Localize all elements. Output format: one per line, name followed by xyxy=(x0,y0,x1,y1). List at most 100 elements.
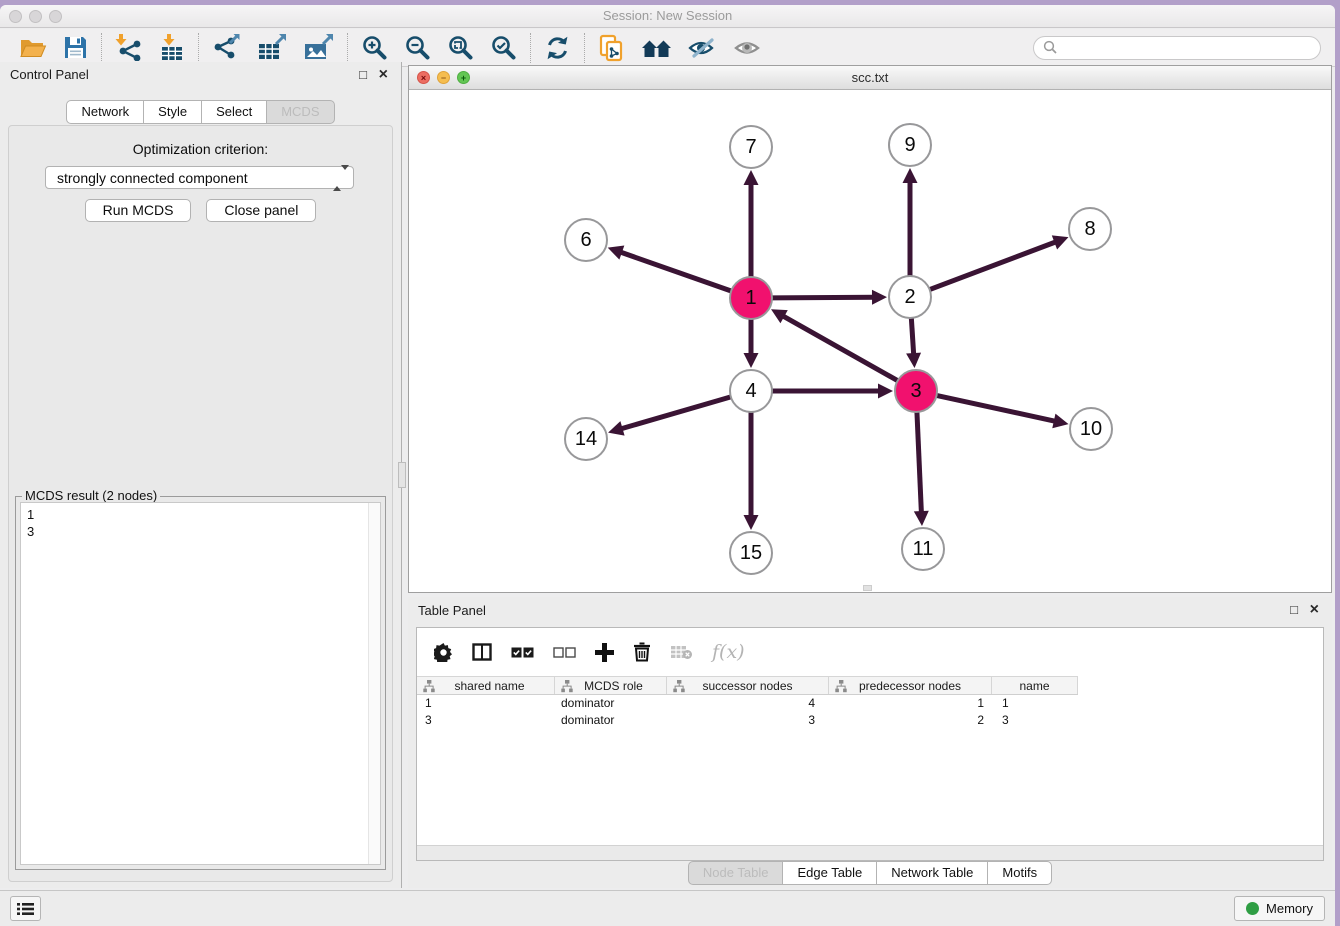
column-header-successor-nodes[interactable]: successor nodes xyxy=(667,677,829,694)
import-table-icon[interactable] xyxy=(159,34,185,61)
table-settings-icon[interactable] xyxy=(434,643,453,662)
apply-layout-icon[interactable] xyxy=(544,35,571,61)
cell-mcds-role[interactable]: dominator xyxy=(555,695,667,712)
network-maximize-button[interactable]: + xyxy=(457,71,470,84)
float-panel-icon[interactable]: □ xyxy=(359,62,367,88)
memory-label: Memory xyxy=(1266,901,1313,916)
open-session-icon[interactable] xyxy=(19,35,47,60)
new-network-from-selection-icon[interactable] xyxy=(598,34,625,62)
criterion-value: strongly connected component xyxy=(57,170,248,186)
tab-select[interactable]: Select xyxy=(201,100,267,124)
graph-node-4[interactable]: 4 xyxy=(729,369,773,413)
graph-node-2[interactable]: 2 xyxy=(888,275,932,319)
tab-mcds[interactable]: MCDS xyxy=(266,100,334,124)
graph-node-6[interactable]: 6 xyxy=(564,218,608,262)
cell-name[interactable]: 3 xyxy=(992,712,1078,729)
control-panel: Control Panel □ × Network Style Select M… xyxy=(0,62,402,888)
tab-node-table[interactable]: Node Table xyxy=(688,861,784,885)
first-neighbors-icon[interactable] xyxy=(641,36,672,60)
graph-node-14[interactable]: 14 xyxy=(564,417,608,461)
close-panel-icon[interactable]: × xyxy=(379,62,388,88)
hide-selected-icon[interactable] xyxy=(688,36,717,60)
cell-shared-name[interactable]: 3 xyxy=(417,712,555,729)
column-header-mcds-role[interactable]: MCDS role xyxy=(555,677,667,694)
cell-shared-name[interactable]: 1 xyxy=(417,695,555,712)
graph-node-1[interactable]: 1 xyxy=(729,276,773,320)
search-input[interactable] xyxy=(1063,38,1320,58)
network-view-window: × − + scc.txt 7 9 6 8 1 2 4 3 14 10 15 11 xyxy=(408,65,1332,593)
tab-motifs[interactable]: Motifs xyxy=(987,861,1052,885)
function-builder-icon[interactable]: f(x) xyxy=(712,641,745,663)
show-all-icon[interactable] xyxy=(733,36,762,60)
tab-edge-table[interactable]: Edge Table xyxy=(782,861,877,885)
export-table-icon[interactable] xyxy=(257,34,287,61)
list-icon xyxy=(17,902,34,916)
panel-divider-grip[interactable] xyxy=(398,462,406,488)
tab-network-table[interactable]: Network Table xyxy=(876,861,988,885)
mcds-panel: Optimization criterion: strongly connect… xyxy=(8,125,393,882)
app-window: Session: New Session xyxy=(0,5,1335,926)
table-tabs: Node Table Edge Table Network Table Moti… xyxy=(408,861,1332,885)
delete-table-icon[interactable] xyxy=(670,644,693,660)
column-header-name[interactable]: name xyxy=(992,677,1078,694)
mcds-result-textarea[interactable]: 1 3 xyxy=(20,502,381,865)
export-image-icon[interactable] xyxy=(303,34,334,61)
node-table-body: f(x) shared name MCDS role successor nod… xyxy=(416,627,1324,861)
table-row[interactable]: 3 dominator 3 2 3 xyxy=(417,712,1323,729)
main-titlebar: Session: New Session xyxy=(0,5,1335,28)
column-header-predecessor-nodes[interactable]: predecessor nodes xyxy=(829,677,992,694)
add-icon[interactable] xyxy=(595,643,614,662)
tab-style[interactable]: Style xyxy=(143,100,202,124)
graph-node-3[interactable]: 3 xyxy=(894,369,938,413)
graph-node-7[interactable]: 7 xyxy=(729,125,773,169)
cell-predecessor-nodes[interactable]: 2 xyxy=(829,712,992,729)
toggle-column-panel-icon[interactable] xyxy=(472,643,492,661)
close-table-panel-icon[interactable]: × xyxy=(1310,597,1319,623)
run-mcds-button[interactable]: Run MCDS xyxy=(85,199,192,222)
table-horizontal-scrollbar[interactable] xyxy=(417,845,1323,860)
zoom-out-icon[interactable] xyxy=(404,34,431,61)
close-window-button[interactable] xyxy=(9,10,22,23)
network-title: scc.txt xyxy=(409,66,1331,89)
deselect-all-rows-icon[interactable] xyxy=(553,647,576,658)
cell-successor-nodes[interactable]: 4 xyxy=(667,695,829,712)
export-network-icon[interactable] xyxy=(212,34,241,61)
canvas-scroll-grip[interactable] xyxy=(863,585,872,591)
network-minimize-button[interactable]: − xyxy=(437,71,450,84)
memory-button[interactable]: Memory xyxy=(1234,896,1325,921)
cell-successor-nodes[interactable]: 3 xyxy=(667,712,829,729)
task-history-button[interactable] xyxy=(10,896,41,921)
graph-node-10[interactable]: 10 xyxy=(1069,407,1113,451)
cell-name[interactable]: 1 xyxy=(992,695,1078,712)
network-window-titlebar[interactable]: × − + scc.txt xyxy=(409,66,1331,90)
graph-node-8[interactable]: 8 xyxy=(1068,207,1112,251)
zoom-selected-icon[interactable] xyxy=(490,34,517,61)
search-icon xyxy=(1043,40,1058,55)
tab-network[interactable]: Network xyxy=(66,100,144,124)
graph-node-11[interactable]: 11 xyxy=(901,527,945,571)
select-all-rows-icon[interactable] xyxy=(511,647,534,658)
result-scrollbar[interactable] xyxy=(368,503,380,864)
control-panel-tabs: Network Style Select MCDS xyxy=(0,100,401,124)
zoom-in-icon[interactable] xyxy=(361,34,388,61)
network-close-button[interactable]: × xyxy=(417,71,430,84)
cell-predecessor-nodes[interactable]: 1 xyxy=(829,695,992,712)
minimize-window-button[interactable] xyxy=(29,10,42,23)
criterion-dropdown[interactable]: strongly connected component xyxy=(45,166,354,189)
zoom-window-button[interactable] xyxy=(49,10,62,23)
close-panel-button[interactable]: Close panel xyxy=(206,199,316,222)
graph-node-9[interactable]: 9 xyxy=(888,123,932,167)
zoom-fit-icon[interactable] xyxy=(447,34,474,61)
table-row[interactable]: 1 dominator 4 1 1 xyxy=(417,695,1323,712)
delete-icon[interactable] xyxy=(633,642,651,662)
graph-node-15[interactable]: 15 xyxy=(729,531,773,575)
import-network-icon[interactable] xyxy=(115,34,143,61)
float-table-panel-icon[interactable]: □ xyxy=(1290,597,1298,623)
control-panel-title: Control Panel xyxy=(10,67,89,82)
column-header-shared-name[interactable]: shared name xyxy=(417,677,555,694)
cell-mcds-role[interactable]: dominator xyxy=(555,712,667,729)
optimization-criterion-label: Optimization criterion: xyxy=(9,141,392,157)
search-field[interactable] xyxy=(1033,36,1321,60)
network-canvas[interactable]: 7 9 6 8 1 2 4 3 14 10 15 11 xyxy=(409,90,1331,592)
save-session-icon[interactable] xyxy=(63,35,88,60)
